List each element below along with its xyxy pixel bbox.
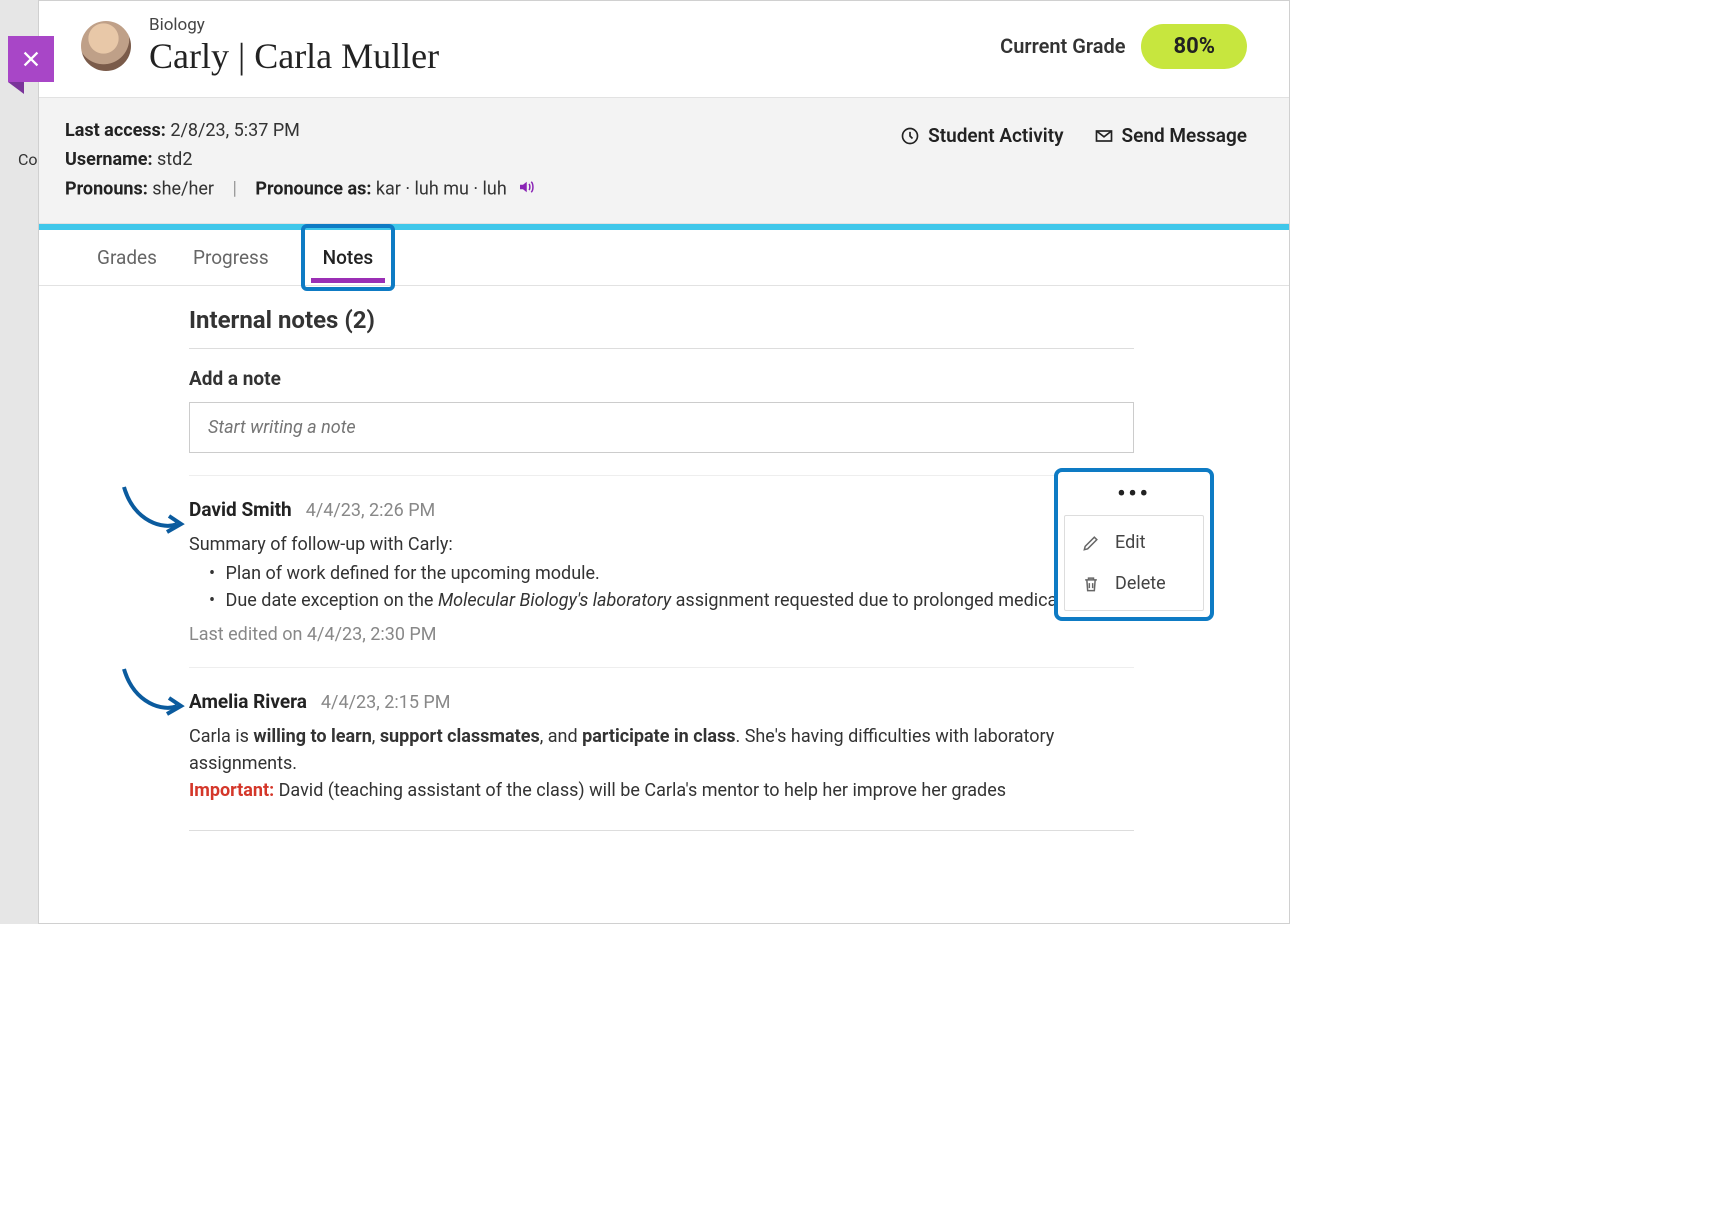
callout-arrow-icon bbox=[119, 664, 189, 724]
close-icon bbox=[20, 48, 42, 70]
pencil-icon bbox=[1081, 533, 1101, 553]
notes-title: Internal notes (2) bbox=[189, 306, 1134, 334]
tab-notes[interactable]: Notes bbox=[301, 224, 396, 291]
info-actions: Student Activity Send Message bbox=[900, 124, 1247, 147]
info-strip: Last access: 2/8/23, 5:37 PM Username: s… bbox=[39, 97, 1289, 224]
clock-icon bbox=[900, 126, 920, 146]
note-menu-card: Edit Delete bbox=[1064, 515, 1204, 611]
note-item: ••• Edit Delete David Smith 4/ bbox=[189, 475, 1134, 645]
student-panel: Biology Carly | Carla Muller Current Gra… bbox=[38, 0, 1290, 924]
info-left: Last access: 2/8/23, 5:37 PM Username: s… bbox=[65, 120, 535, 201]
last-access-label: Last access: bbox=[65, 120, 166, 141]
note-timestamp: 4/4/23, 2:26 PM bbox=[306, 500, 436, 521]
student-fullname: Carla Muller bbox=[254, 36, 439, 76]
note-delete-button[interactable]: Delete bbox=[1065, 563, 1203, 604]
note-text: Due date exception on the bbox=[226, 590, 438, 611]
note-intro: Summary of follow-up with Carly: bbox=[189, 531, 1134, 558]
username-value: std2 bbox=[157, 149, 192, 170]
tab-progress[interactable]: Progress bbox=[189, 230, 273, 285]
backdrop-text: Co bbox=[18, 150, 38, 169]
note-bullet: Due date exception on the Molecular Biol… bbox=[227, 587, 1134, 614]
envelope-icon bbox=[1094, 126, 1114, 146]
pronouns-value: she/her bbox=[152, 178, 214, 199]
send-message-button[interactable]: Send Message bbox=[1094, 124, 1247, 147]
student-nickname: Carly bbox=[149, 36, 229, 76]
title-block: Biology Carly | Carla Muller bbox=[149, 15, 439, 77]
note-edit-button[interactable]: Edit bbox=[1065, 522, 1203, 563]
tab-bar: Grades Progress Notes bbox=[39, 230, 1289, 286]
note-author: Amelia Rivera bbox=[189, 690, 307, 713]
course-name: Biology bbox=[149, 15, 439, 35]
student-name: Carly | Carla Muller bbox=[149, 35, 439, 77]
note-text: Carla is bbox=[189, 726, 253, 747]
note-timestamp: 4/4/23, 2:15 PM bbox=[321, 692, 451, 713]
notes-content: Internal notes (2) Add a note ••• Edit bbox=[39, 286, 1289, 923]
divider bbox=[189, 830, 1134, 831]
panel-header: Biology Carly | Carla Muller Current Gra… bbox=[39, 1, 1289, 97]
note-head: David Smith 4/4/23, 2:26 PM bbox=[189, 498, 1134, 521]
note-item: Amelia Rivera 4/4/23, 2:15 PM Carla is w… bbox=[189, 667, 1134, 804]
pronounce-label: Pronounce as: bbox=[255, 178, 371, 199]
trash-icon bbox=[1081, 574, 1101, 594]
note-paragraph: Carla is willing to learn, support class… bbox=[189, 723, 1134, 777]
note-important-label: Important: bbox=[189, 780, 274, 801]
panel-backdrop: Co bbox=[0, 0, 38, 924]
student-activity-button[interactable]: Student Activity bbox=[900, 124, 1063, 147]
note-more-menu: ••• Edit Delete bbox=[1054, 468, 1214, 621]
grade-area: Current Grade 80% bbox=[1000, 24, 1247, 69]
close-panel-button[interactable] bbox=[8, 36, 54, 82]
student-activity-label: Student Activity bbox=[928, 124, 1063, 147]
add-note-input[interactable] bbox=[189, 402, 1134, 453]
note-body: Summary of follow-up with Carly: Plan of… bbox=[189, 531, 1134, 614]
note-edited: Last edited on 4/4/23, 2:30 PM bbox=[189, 624, 1134, 645]
note-body: Carla is willing to learn, support class… bbox=[189, 723, 1134, 804]
note-bullet: Plan of work defined for the upcoming mo… bbox=[227, 560, 1134, 587]
notes-wrap: Internal notes (2) Add a note ••• Edit bbox=[189, 306, 1134, 831]
divider bbox=[189, 348, 1134, 349]
current-grade-label: Current Grade bbox=[1000, 34, 1125, 58]
pronounce-value: kar · luh mu · luh bbox=[376, 178, 507, 199]
note-text: , and bbox=[540, 726, 582, 747]
callout-arrow-icon bbox=[119, 482, 189, 542]
avatar bbox=[81, 21, 131, 71]
send-message-label: Send Message bbox=[1122, 124, 1247, 147]
pronouns-row: Pronouns: she/her | Pronounce as: kar · … bbox=[65, 178, 535, 201]
note-bold: participate in class bbox=[582, 726, 735, 747]
note-paragraph: Important: David (teaching assistant of … bbox=[189, 777, 1134, 804]
note-more-button[interactable]: ••• bbox=[1064, 478, 1204, 515]
username-row: Username: std2 bbox=[65, 149, 535, 170]
note-bullets: Plan of work defined for the upcoming mo… bbox=[189, 560, 1134, 614]
note-text: David (teaching assistant of the class) … bbox=[274, 780, 1006, 801]
name-separator: | bbox=[229, 36, 254, 76]
pronouns-label: Pronouns: bbox=[65, 178, 148, 199]
note-author: David Smith bbox=[189, 498, 292, 521]
last-access-value: 2/8/23, 5:37 PM bbox=[170, 120, 300, 141]
note-emphasis: Molecular Biology's laboratory bbox=[438, 590, 671, 611]
tab-grades[interactable]: Grades bbox=[93, 230, 161, 285]
add-note-label: Add a note bbox=[189, 367, 1134, 390]
info-divider: | bbox=[233, 178, 237, 199]
note-bold: support classmates bbox=[380, 726, 540, 747]
note-delete-label: Delete bbox=[1115, 573, 1166, 594]
grade-pill: 80% bbox=[1141, 24, 1247, 69]
username-label: Username: bbox=[65, 149, 153, 170]
note-head: Amelia Rivera 4/4/23, 2:15 PM bbox=[189, 690, 1134, 713]
note-text: , bbox=[372, 726, 380, 747]
pronounce-audio-button[interactable] bbox=[517, 180, 535, 201]
note-text: assignment requested due to prolonged me… bbox=[671, 590, 1112, 611]
last-access-row: Last access: 2/8/23, 5:37 PM bbox=[65, 120, 535, 141]
note-bold: willing to learn bbox=[253, 726, 371, 747]
note-edit-label: Edit bbox=[1115, 532, 1145, 553]
